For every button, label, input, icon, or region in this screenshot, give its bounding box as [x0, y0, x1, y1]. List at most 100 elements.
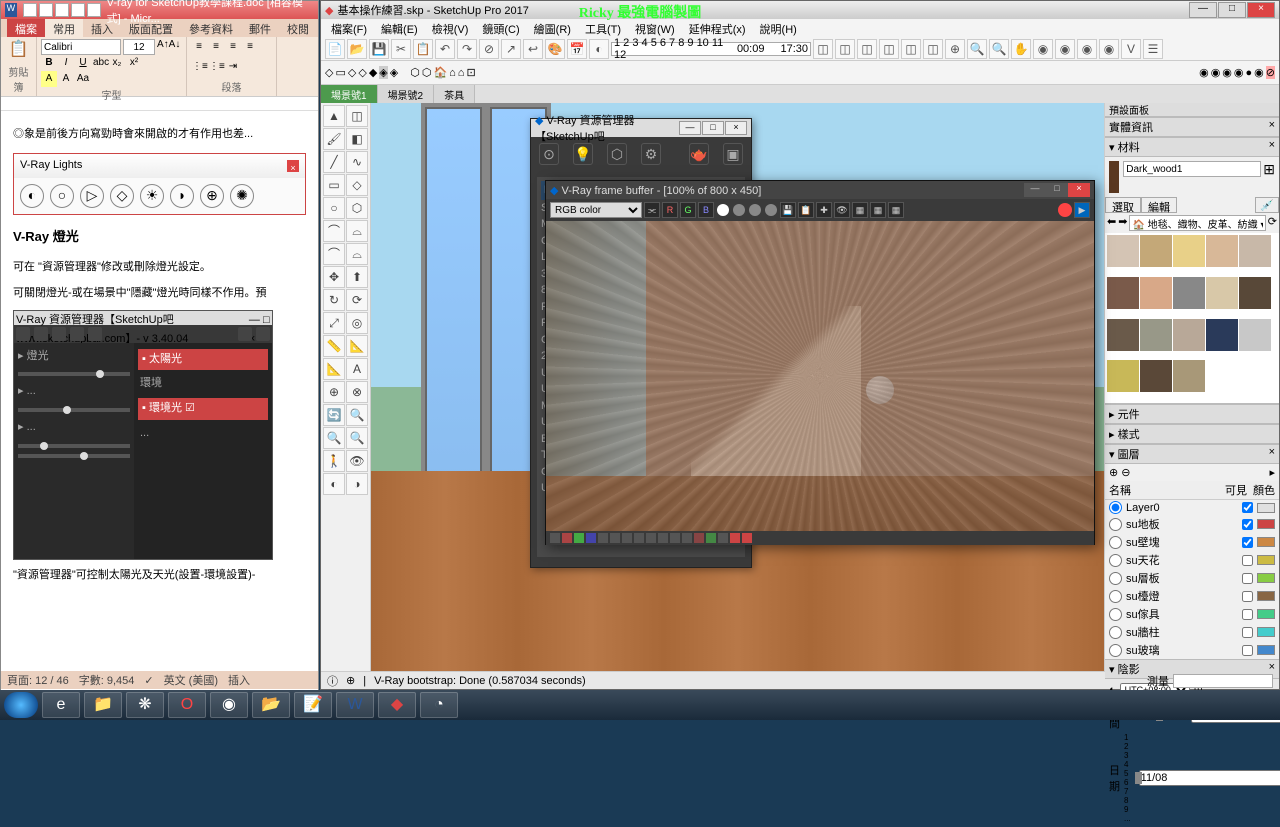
main-toolbar[interactable]: 📄 📂 💾 ✂📋 ↶↷ ⊘ ↗↩ 🎨📅 ◐ 1 2 3 4 5 6 7 8 9 …: [321, 37, 1279, 61]
circle-tool[interactable]: ○: [323, 197, 345, 219]
underline-button[interactable]: U: [75, 55, 91, 71]
line-tool[interactable]: ╱: [323, 151, 345, 173]
layers-header[interactable]: ▾ 圖層×: [1105, 444, 1279, 464]
measurement-input[interactable]: [1173, 674, 1273, 688]
channel-select[interactable]: RGB color: [550, 202, 642, 218]
views-toolbar[interactable]: ◇▭ ◇◇ ◆◈ ◈ ⬡⬡ 🏠⌂ ⌂⊡ ◉◉ ◉◉ ●◉ ⊘: [321, 61, 1279, 85]
followme-tool[interactable]: ⟳: [346, 289, 368, 311]
menubar[interactable]: 檔案(F) 編輯(E) 檢視(V) 鏡頭(C) 繪圖(R) 工具(T) 視窗(W…: [321, 19, 1279, 37]
materials-tab-icon[interactable]: ⊙: [539, 143, 559, 165]
layer-row[interactable]: su天花: [1105, 551, 1279, 569]
document-area[interactable]: ◎象是前後方向寫勁時會來開啟的才有作用也差... V-Ray Lights× ◐…: [1, 111, 318, 691]
layer-row[interactable]: su檯燈: [1105, 587, 1279, 605]
taskbar-word[interactable]: W: [336, 692, 374, 718]
taskbar-app[interactable]: ❋: [126, 692, 164, 718]
taskbar-opera[interactable]: O: [168, 692, 206, 718]
tab-mail[interactable]: 郵件: [241, 19, 279, 37]
remove-layer-button[interactable]: ⊖: [1121, 467, 1130, 479]
page-indicator[interactable]: 頁面: 12 / 46: [7, 672, 69, 688]
italic-button[interactable]: I: [58, 55, 74, 71]
font-name-select[interactable]: [41, 39, 121, 55]
taskbar-folder[interactable]: 📂: [252, 692, 290, 718]
layer-row[interactable]: su傢具: [1105, 605, 1279, 623]
select-tool[interactable]: ▲: [323, 105, 345, 127]
material-swatch-item[interactable]: [1107, 277, 1139, 309]
material-swatch-item[interactable]: [1239, 235, 1271, 267]
bold-button[interactable]: B: [41, 55, 57, 71]
tab-file[interactable]: 檔案: [7, 19, 45, 37]
material-swatch-item[interactable]: [1239, 277, 1271, 309]
render-button[interactable]: 🫖: [689, 143, 709, 165]
material-swatch-item[interactable]: [1239, 319, 1271, 351]
vfb-toolbar[interactable]: RGB color ⫘ R G B 💾 📋✚ 👁▦ ▦▦ ▶: [546, 199, 1094, 221]
look-tool[interactable]: 👁: [346, 450, 368, 472]
channel-g[interactable]: G: [680, 202, 696, 218]
material-grid[interactable]: [1105, 233, 1279, 403]
channel-r[interactable]: R: [662, 202, 678, 218]
arc-tool[interactable]: ⌒: [323, 220, 345, 242]
mat-tab-select[interactable]: 選取: [1105, 197, 1141, 213]
tab-home[interactable]: 常用: [45, 19, 83, 37]
orbit-tool[interactable]: 🔄: [323, 404, 345, 426]
tape-tool[interactable]: 📏: [323, 335, 345, 357]
material-create-icon[interactable]: ⊞: [1263, 161, 1275, 193]
layer-row[interactable]: Layer0: [1105, 500, 1279, 515]
material-swatch[interactable]: [1109, 161, 1119, 193]
lights-tab-icon[interactable]: 💡: [573, 143, 593, 165]
material-swatch-item[interactable]: [1173, 235, 1205, 267]
close-button[interactable]: ×: [1247, 2, 1275, 18]
link-icon[interactable]: ⫘: [644, 202, 660, 218]
material-swatch-item[interactable]: [1140, 319, 1172, 351]
taskbar-explorer[interactable]: 📁: [84, 692, 122, 718]
material-swatch-item[interactable]: [1107, 360, 1139, 392]
viewport-render-button[interactable]: ▣: [723, 143, 743, 165]
entity-info-header[interactable]: 實體資訊×: [1105, 117, 1279, 137]
vfb-bottom-toolbar[interactable]: [546, 531, 1094, 545]
paint-tool[interactable]: 🖌: [323, 128, 345, 150]
add-layer-button[interactable]: ⊕: [1109, 467, 1118, 479]
zoom-tool[interactable]: 🔍: [346, 404, 368, 426]
taskbar-notepad[interactable]: 📝: [294, 692, 332, 718]
language[interactable]: 英文 (美國): [164, 672, 218, 688]
taskbar-sketchup[interactable]: ◆: [378, 692, 416, 718]
material-swatch-item[interactable]: [1173, 277, 1205, 309]
eyedropper-icon[interactable]: 💉: [1255, 197, 1279, 213]
tab-layout[interactable]: 版面配置: [121, 19, 181, 37]
font-size-select[interactable]: [123, 39, 155, 55]
geometry-tab-icon[interactable]: ⬡: [607, 143, 627, 165]
components-header[interactable]: ▸ 元件: [1105, 404, 1279, 424]
material-swatch-item[interactable]: [1107, 319, 1139, 351]
material-swatch-item[interactable]: [1206, 235, 1238, 267]
new-button[interactable]: 📄: [325, 39, 345, 59]
material-swatch-item[interactable]: [1206, 277, 1238, 309]
material-swatch-item[interactable]: [1140, 360, 1172, 392]
layer-row[interactable]: su地板: [1105, 515, 1279, 533]
tab-review[interactable]: 校閱: [279, 19, 317, 37]
rotate-tool[interactable]: ↻: [323, 289, 345, 311]
styles-header[interactable]: ▸ 樣式: [1105, 424, 1279, 444]
materials-header[interactable]: ▾ 材料×: [1105, 137, 1279, 157]
tab-insert[interactable]: 插入: [83, 19, 121, 37]
pushpull-tool[interactable]: ⬆: [346, 266, 368, 288]
ribbon-tabs[interactable]: 檔案 常用 插入 版面配置 參考資料 郵件 校閱: [1, 19, 318, 37]
scene-tab-1[interactable]: 場景號1: [321, 85, 378, 103]
insert-mode[interactable]: 插入: [228, 672, 250, 688]
maximize-button[interactable]: □: [1218, 2, 1246, 18]
taskbar[interactable]: e 📁 ❋ O ◉ 📂 📝 W ◆ ◔: [0, 690, 1280, 720]
channel-b[interactable]: B: [698, 202, 714, 218]
settings-tab-icon[interactable]: ⚙: [641, 143, 661, 165]
layer-row[interactable]: su玻璃: [1105, 641, 1279, 659]
material-swatch-item[interactable]: [1107, 235, 1139, 267]
layer-row[interactable]: su壁塊: [1105, 533, 1279, 551]
text-tool[interactable]: A: [346, 358, 368, 380]
material-swatch-item[interactable]: [1140, 235, 1172, 267]
word-count[interactable]: 字數: 9,454: [79, 672, 135, 688]
material-swatch-item[interactable]: [1173, 319, 1205, 351]
scale-tool[interactable]: ⤢: [323, 312, 345, 334]
offset-tool[interactable]: ◎: [346, 312, 368, 334]
layer-row[interactable]: su牆柱: [1105, 623, 1279, 641]
tools-palette[interactable]: ▲◫ 🖌◧ ╱∿ ▭◇ ○⬡ ⌒⌓ ⌒⌓ ✥⬆ ↻⟳ ⤢◎ 📏📐 📐A ⊕⊗ 🔄…: [321, 103, 371, 671]
save-button[interactable]: 💾: [369, 39, 389, 59]
move-tool[interactable]: ✥: [323, 266, 345, 288]
open-button[interactable]: 📂: [347, 39, 367, 59]
